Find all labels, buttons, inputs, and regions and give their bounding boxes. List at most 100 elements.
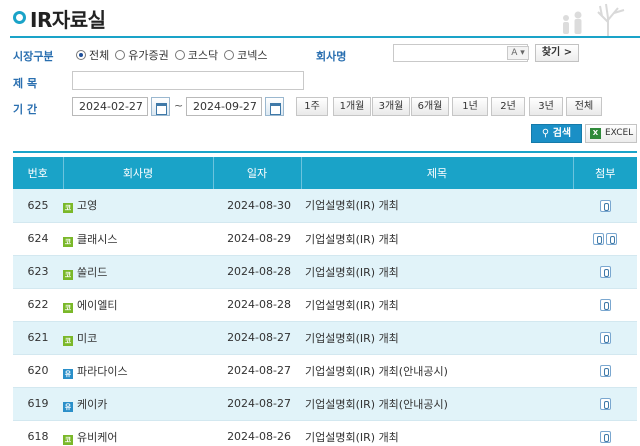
company-cell: 코 에이엘티	[63, 288, 213, 322]
period-6month-button[interactable]: 6개월	[411, 97, 449, 116]
row-number: 621	[13, 321, 63, 355]
company-link[interactable]: 에이엘티	[77, 299, 117, 312]
attachment-icon[interactable]	[599, 299, 611, 311]
start-calendar-icon[interactable]	[151, 97, 170, 116]
period-3year-button[interactable]: 3년	[529, 97, 563, 116]
period-1year-button[interactable]: 1년	[452, 97, 488, 116]
market-option-konex[interactable]: 코넥스	[224, 47, 267, 63]
search-icon: ⚲	[541, 128, 553, 139]
row-number: 624	[13, 222, 63, 256]
title-link[interactable]: 기업설명회(IR) 개최	[301, 189, 573, 223]
attachment-cell	[573, 321, 637, 355]
date-cell: 2024-08-27	[213, 387, 301, 421]
page-title: IR자료실	[30, 8, 106, 32]
table-row: 619 유 케이카 2024-08-27 기업설명회(IR) 개최(안내공시)	[13, 387, 637, 421]
table-row: 622 코 에이엘티 2024-08-28 기업설명회(IR) 개최	[13, 288, 637, 322]
date-cell: 2024-08-27	[213, 321, 301, 355]
company-link[interactable]: 케이카	[77, 398, 107, 411]
period-1week-button[interactable]: 1주	[296, 97, 328, 116]
table-row: 621 코 미코 2024-08-27 기업설명회(IR) 개최	[13, 321, 637, 355]
ir-results-table: 번호 회사명 일자 제목 첨부 625 코 고영 2024-08-30 기업설명회(IR…	[13, 157, 637, 446]
market-option-all[interactable]: 전체	[76, 47, 109, 63]
attachment-icon[interactable]	[599, 431, 611, 443]
period-3month-button[interactable]: 3개월	[372, 97, 410, 116]
radio-unchecked-icon[interactable]	[224, 50, 235, 60]
autocomplete-toggle-button[interactable]: A ▾	[507, 46, 529, 60]
start-date-input[interactable]: 2024-02-27	[72, 97, 148, 116]
radio-unchecked-icon[interactable]	[115, 50, 126, 60]
market-badge-icon: 코	[63, 236, 73, 247]
column-header-title[interactable]: 제목	[301, 157, 574, 189]
date-cell: 2024-08-26	[213, 420, 301, 446]
row-number: 620	[13, 354, 63, 388]
title-link[interactable]: 기업설명회(IR) 개최	[301, 420, 573, 446]
company-label: 회사명	[316, 50, 347, 63]
excel-download-button[interactable]: X EXCEL	[585, 124, 637, 143]
period-2year-button[interactable]: 2년	[491, 97, 525, 116]
market-badge-icon: 코	[63, 203, 73, 214]
period-1month-button[interactable]: 1개월	[333, 97, 371, 116]
market-badge-icon: 코	[63, 335, 73, 346]
row-number: 619	[13, 387, 63, 421]
find-company-button[interactable]: 찾기 >	[535, 44, 579, 62]
attachment-cell	[573, 255, 637, 289]
title-link[interactable]: 기업설명회(IR) 개최	[301, 222, 573, 256]
title-link[interactable]: 기업설명회(IR) 개최(안내공시)	[301, 387, 573, 421]
company-link[interactable]: 고영	[77, 199, 97, 212]
row-number: 622	[13, 288, 63, 322]
company-link[interactable]: 파라다이스	[77, 365, 128, 378]
attachment-icon[interactable]	[599, 266, 611, 278]
company-link[interactable]: 유비케어	[77, 431, 117, 444]
attachment-icon[interactable]	[599, 332, 611, 344]
table-header-row: 번호 회사명 일자 제목 첨부	[13, 157, 637, 189]
radio-checked-icon[interactable]	[76, 50, 86, 60]
attachment-cell	[573, 288, 637, 322]
end-date-input[interactable]: 2024-09-27	[186, 97, 262, 116]
header-divider	[10, 36, 640, 38]
market-label: 시장구분	[13, 50, 54, 63]
company-link[interactable]: 쏠리드	[77, 266, 107, 279]
title-link[interactable]: 기업설명회(IR) 개최	[301, 288, 573, 322]
title-link[interactable]: 기업설명회(IR) 개최	[301, 255, 573, 289]
decorative-figures-illustration	[563, 3, 625, 36]
row-number: 623	[13, 255, 63, 289]
market-badge-icon: 코	[63, 269, 73, 280]
radio-unchecked-icon[interactable]	[174, 50, 185, 60]
attachment-icon[interactable]	[599, 365, 611, 377]
company-cell: 코 쏠리드	[63, 255, 213, 289]
market-radio-group: 전체 유가증권 코스닥 코넥스	[76, 47, 267, 63]
attachment-cell	[573, 420, 637, 446]
company-link[interactable]: 클래시스	[77, 233, 117, 246]
column-header-company[interactable]: 회사명	[63, 157, 214, 189]
table-row: 625 코 고영 2024-08-30 기업설명회(IR) 개최	[13, 189, 637, 223]
company-cell: 유 케이카	[63, 387, 213, 421]
attachment-icon[interactable]	[599, 199, 611, 212]
column-header-number[interactable]: 번호	[13, 157, 64, 189]
company-cell: 코 고영	[63, 189, 213, 223]
attachment-icon[interactable]	[599, 398, 611, 410]
end-calendar-icon[interactable]	[265, 97, 284, 116]
period-all-button[interactable]: 전체	[566, 97, 602, 116]
attachment-icon[interactable]	[593, 233, 604, 245]
date-cell: 2024-08-30	[213, 189, 301, 223]
row-number: 625	[13, 189, 63, 223]
title-link[interactable]: 기업설명회(IR) 개최(안내공시)	[301, 354, 573, 388]
column-header-date[interactable]: 일자	[213, 157, 302, 189]
attachment-cell	[573, 387, 637, 421]
circle-bullet-icon	[13, 11, 26, 24]
date-cell: 2024-08-27	[213, 354, 301, 388]
table-row: 624 코 클래시스 2024-08-29 기업설명회(IR) 개최	[13, 222, 637, 256]
subject-input[interactable]	[72, 71, 304, 90]
market-option-kosdaq[interactable]: 코스닥	[174, 47, 218, 63]
company-cell: 코 유비케어	[63, 420, 213, 446]
market-badge-icon: 유	[63, 401, 73, 412]
column-header-attachment[interactable]: 첨부	[573, 157, 637, 189]
market-option-kospi[interactable]: 유가증권	[115, 47, 169, 63]
attachment-icon[interactable]	[606, 233, 617, 245]
date-cell: 2024-08-29	[213, 222, 301, 256]
search-button[interactable]: ⚲ 검색	[531, 124, 582, 143]
company-link[interactable]: 미코	[77, 332, 97, 345]
title-link[interactable]: 기업설명회(IR) 개최	[301, 321, 573, 355]
company-cell: 유 파라다이스	[63, 354, 213, 388]
market-badge-icon: 유	[63, 368, 73, 379]
